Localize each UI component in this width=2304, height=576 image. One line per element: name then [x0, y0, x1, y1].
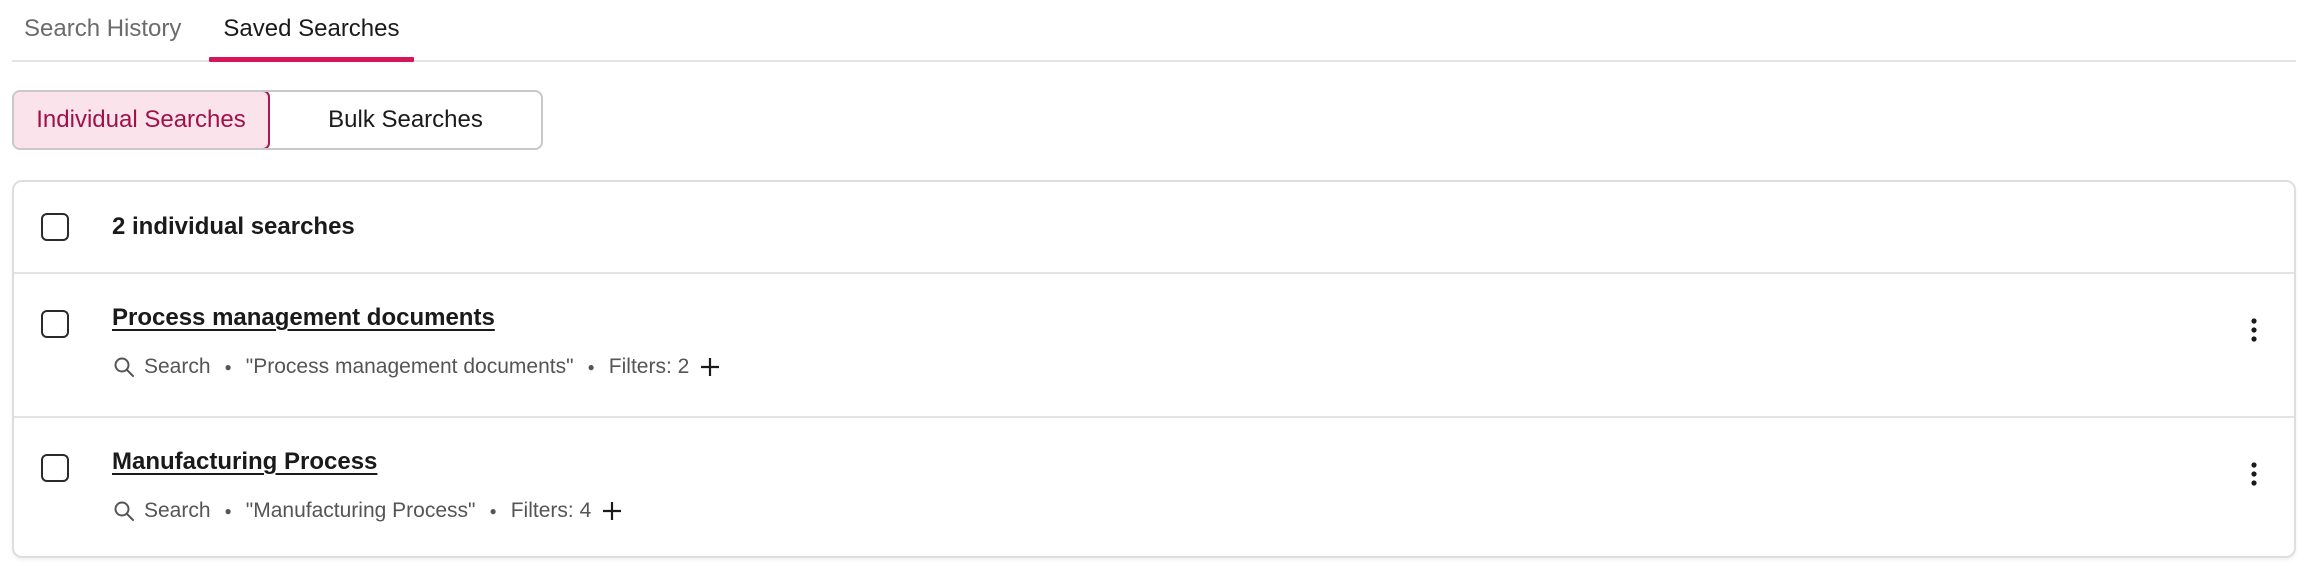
bulk-searches-button[interactable]: Bulk Searches: [270, 92, 541, 148]
search-icon: [112, 355, 136, 379]
saved-search-title-link[interactable]: Manufacturing Process: [112, 448, 377, 476]
separator-dot: ●: [489, 504, 497, 518]
saved-searches-page: Search History Saved Searches Individual…: [0, 0, 2304, 576]
saved-search-title-link[interactable]: Process management documents: [112, 304, 495, 332]
search-query-text: "Manufacturing Process": [245, 499, 476, 522]
list-header: 2 individual searches: [14, 182, 2294, 274]
separator-dot: ●: [224, 360, 232, 374]
item-checkbox[interactable]: [41, 454, 69, 482]
filters-count: Filters: 2: [608, 355, 690, 378]
more-vertical-icon[interactable]: [2242, 458, 2266, 490]
search-type-label: Search: [144, 499, 211, 522]
search-meta: Search ● "Manufacturing Process" ● Filte…: [112, 496, 623, 526]
filters-count: Filters: 4: [510, 499, 592, 522]
search-type-toggle: Individual Searches Bulk Searches: [12, 90, 543, 150]
list-count-label: 2 individual searches: [112, 213, 355, 240]
list-item: Manufacturing Process Search ● "Manufact…: [14, 416, 2294, 558]
more-vertical-icon[interactable]: [2242, 314, 2266, 346]
separator-dot: ●: [224, 504, 232, 518]
select-all-checkbox[interactable]: [41, 213, 69, 241]
list-item: Process management documents Search ● "P…: [14, 274, 2294, 416]
tab-search-history[interactable]: Search History: [12, 0, 195, 60]
search-icon: [112, 499, 136, 523]
plus-icon[interactable]: [601, 500, 623, 522]
saved-searches-list: 2 individual searches Process management…: [12, 180, 2296, 558]
individual-searches-button[interactable]: Individual Searches: [14, 92, 270, 148]
search-meta: Search ● "Process management documents" …: [112, 352, 721, 382]
search-type-label: Search: [144, 355, 211, 378]
separator-dot: ●: [587, 360, 595, 374]
tab-saved-searches[interactable]: Saved Searches: [209, 0, 414, 62]
tab-bar: Search History Saved Searches: [12, 0, 2296, 62]
search-query-text: "Process management documents": [245, 355, 574, 378]
item-checkbox[interactable]: [41, 310, 69, 338]
plus-icon[interactable]: [699, 356, 721, 378]
